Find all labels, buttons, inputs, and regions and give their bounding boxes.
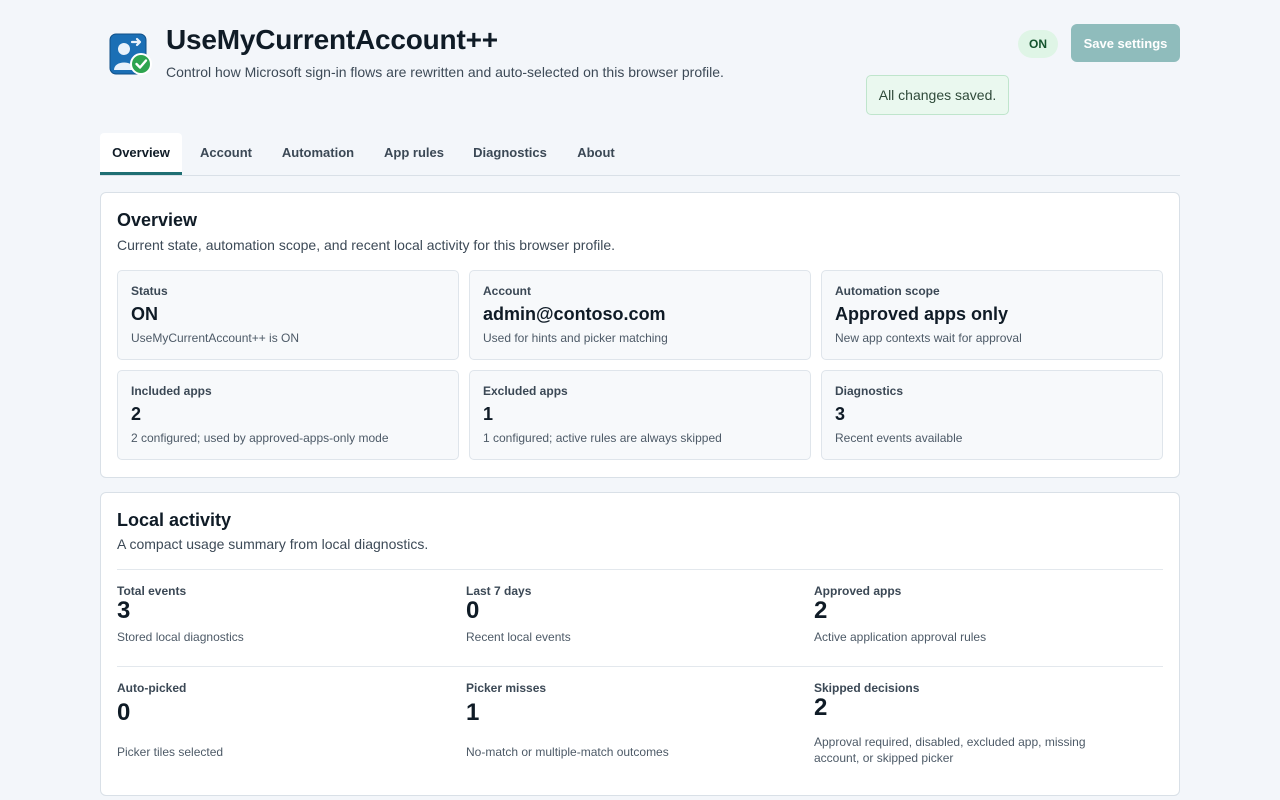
status-badge: ON — [1018, 30, 1058, 58]
stat-value: ON — [131, 304, 158, 324]
stat-label: Total events — [117, 584, 187, 598]
skipped-decisions-stat: Skipped decisions 2 Approval required, d… — [814, 681, 1144, 771]
tab-diagnostics[interactable]: Diagnostics — [466, 133, 554, 175]
stat-label: Status — [131, 284, 168, 298]
stat-label: Diagnostics — [835, 384, 904, 398]
stat-value: 0 — [117, 699, 131, 726]
stat-value: 1 — [466, 699, 480, 726]
picker-misses-stat: Picker misses 1 No-match or multiple-mat… — [466, 681, 796, 771]
stat-description: Recent events available — [835, 431, 963, 445]
stat-description: Used for hints and picker matching — [483, 331, 668, 345]
stat-value: 1 — [483, 404, 494, 424]
tab-about[interactable]: About — [568, 133, 624, 175]
tab-app-rules[interactable]: App rules — [376, 133, 452, 175]
local-activity-card: Local activity A compact usage summary f… — [100, 492, 1180, 796]
tab-overview[interactable]: Overview — [100, 133, 182, 175]
stat-description: Stored local diagnostics — [117, 630, 244, 644]
divider — [117, 666, 1163, 667]
stat-label: Included apps — [131, 384, 212, 398]
page-header: UseMyCurrentAccount++ Control how Micros… — [100, 0, 1180, 130]
stat-value: 2 — [814, 597, 828, 624]
stat-label: Excluded apps — [483, 384, 568, 398]
save-settings-button[interactable]: Save settings — [1071, 24, 1180, 62]
stat-value: Approved apps only — [835, 304, 1009, 324]
included-apps-card: Included apps 2 2 configured; used by ap… — [117, 370, 459, 460]
stat-description: 1 configured; active rules are always sk… — [483, 431, 722, 445]
stat-description: No-match or multiple-match outcomes — [466, 745, 669, 759]
stat-value: 0 — [466, 597, 480, 624]
auto-picked-stat: Auto-picked 0 Picker tiles selected — [117, 681, 447, 771]
account-check-logo-icon — [108, 28, 154, 78]
stat-description: UseMyCurrentAccount++ is ON — [131, 331, 300, 345]
account-card: Account admin@contoso.com Used for hints… — [469, 270, 811, 360]
total-events-stat: Total events 3 Stored local diagnostics — [117, 584, 447, 654]
stat-description: Recent local events — [466, 630, 571, 644]
overview-subtitle: Current state, automation scope, and rec… — [117, 237, 616, 253]
status-card: Status ON UseMyCurrentAccount++ is ON — [117, 270, 459, 360]
save-status-toast: All changes saved. — [866, 75, 1009, 115]
stat-value: admin@contoso.com — [483, 304, 666, 324]
overview-card: Overview Current state, automation scope… — [100, 192, 1180, 478]
stat-label: Automation scope — [835, 284, 940, 298]
stat-description: 2 configured; used by approved-apps-only… — [131, 431, 389, 445]
approved-apps-stat: Approved apps 2 Active application appro… — [814, 584, 1144, 654]
activity-subtitle: A compact usage summary from local diagn… — [117, 536, 429, 552]
stat-value: 3 — [117, 597, 131, 624]
stat-label: Approved apps — [814, 584, 902, 598]
page-title: UseMyCurrentAccount++ — [166, 24, 498, 55]
last-7-days-stat: Last 7 days 0 Recent local events — [466, 584, 796, 654]
stat-description: Active application approval rules — [814, 630, 987, 644]
stat-value: 3 — [835, 404, 846, 424]
stat-label: Skipped decisions — [814, 681, 920, 695]
settings-page: UseMyCurrentAccount++ Control how Micros… — [100, 0, 1180, 796]
stat-label: Picker misses — [466, 681, 547, 695]
stat-value: 2 — [131, 404, 142, 424]
tab-account[interactable]: Account — [192, 133, 260, 175]
excluded-apps-card: Excluded apps 1 1 configured; active rul… — [469, 370, 811, 460]
stat-label: Last 7 days — [466, 584, 532, 598]
divider — [117, 569, 1163, 570]
overview-title: Overview — [117, 210, 198, 230]
tab-bar: Overview Account Automation App rules Di… — [100, 133, 1180, 176]
stat-description: Approval required, disabled, excluded ap… — [814, 735, 1086, 765]
page-subtitle: Control how Microsoft sign-in flows are … — [166, 64, 724, 80]
tab-automation[interactable]: Automation — [274, 133, 362, 175]
stat-description: New app contexts wait for approval — [835, 331, 1022, 345]
stat-label: Auto-picked — [117, 681, 187, 695]
stat-value: 2 — [814, 694, 828, 721]
stat-description: Picker tiles selected — [117, 745, 224, 759]
automation-scope-card: Automation scope Approved apps only New … — [821, 270, 1163, 360]
activity-title: Local activity — [117, 510, 232, 530]
diagnostics-card: Diagnostics 3 Recent events available — [821, 370, 1163, 460]
stat-label: Account — [483, 284, 531, 298]
